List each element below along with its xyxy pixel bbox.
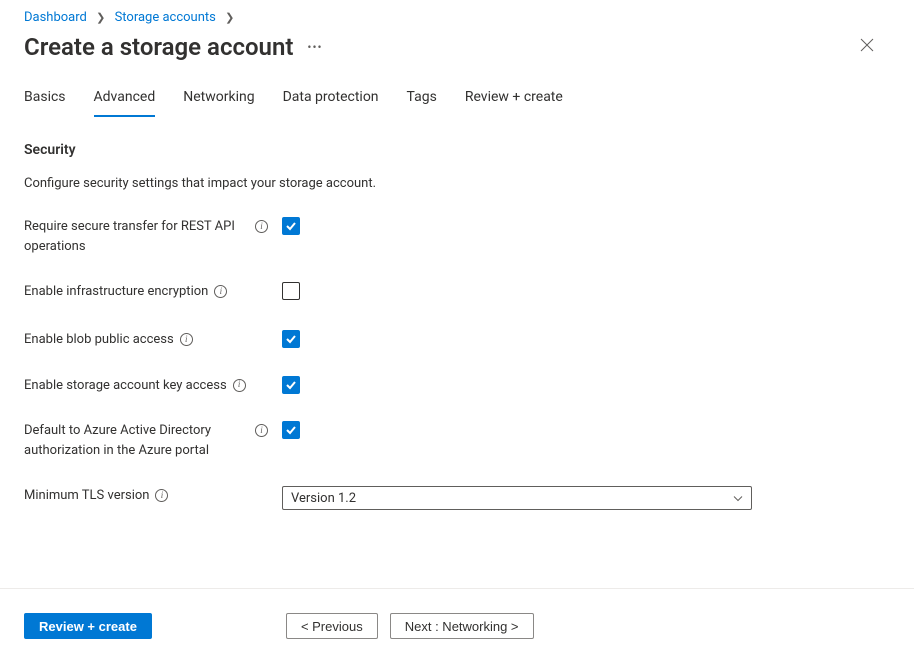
checkbox-aad-default[interactable] (282, 421, 300, 439)
field-blob-public: Enable blob public access i (24, 330, 890, 350)
field-aad-default: Default to Azure Active Directory author… (24, 421, 890, 460)
info-icon[interactable]: i (214, 285, 227, 298)
tab-networking[interactable]: Networking (183, 89, 254, 117)
field-key-access: Enable storage account key access i (24, 376, 890, 396)
page-title: Create a storage account (24, 33, 293, 61)
footer: Review + create < Previous Next : Networ… (0, 588, 914, 663)
chevron-right-icon: ❯ (96, 11, 105, 24)
field-label: Minimum TLS version (24, 486, 149, 506)
more-icon[interactable]: ••• (307, 40, 322, 54)
info-icon[interactable]: i (233, 379, 246, 392)
page-header: Create a storage account ••• (0, 29, 914, 77)
tab-tags[interactable]: Tags (407, 89, 437, 117)
select-value: Version 1.2 (291, 491, 356, 506)
info-icon[interactable]: i (255, 220, 268, 233)
info-icon[interactable]: i (255, 424, 268, 437)
tab-advanced[interactable]: Advanced (94, 89, 156, 117)
info-icon[interactable]: i (155, 489, 168, 502)
breadcrumb-dashboard[interactable]: Dashboard (24, 10, 87, 25)
checkbox-key-access[interactable] (282, 376, 300, 394)
field-label: Enable blob public access (24, 330, 174, 350)
checkbox-blob-public[interactable] (282, 330, 300, 348)
field-infra-encryption: Enable infrastructure encryption i (24, 282, 890, 304)
section-heading-security: Security (24, 142, 890, 158)
checkbox-infra-encryption[interactable] (282, 282, 300, 300)
field-label: Require secure transfer for REST API ope… (24, 217, 249, 256)
previous-button[interactable]: < Previous (286, 613, 378, 639)
field-label: Default to Azure Active Directory author… (24, 421, 249, 460)
tab-basics[interactable]: Basics (24, 89, 66, 117)
close-icon (860, 38, 874, 52)
field-label: Enable infrastructure encryption (24, 282, 208, 302)
tab-review-create[interactable]: Review + create (465, 89, 563, 117)
tabs: Basics Advanced Networking Data protecti… (0, 77, 914, 118)
field-tls-version: Minimum TLS version i Version 1.2 (24, 486, 890, 510)
form-scroll-area[interactable]: Security Configure security settings tha… (0, 118, 914, 573)
field-label: Enable storage account key access (24, 376, 227, 396)
close-button[interactable] (856, 34, 878, 61)
breadcrumb-storage-accounts[interactable]: Storage accounts (115, 10, 216, 25)
review-create-button[interactable]: Review + create (24, 613, 152, 639)
select-tls-version[interactable]: Version 1.2 (282, 486, 752, 510)
breadcrumb: Dashboard ❯ Storage accounts ❯ (0, 0, 914, 29)
chevron-down-icon (733, 491, 743, 506)
field-secure-transfer: Require secure transfer for REST API ope… (24, 217, 890, 256)
info-icon[interactable]: i (180, 333, 193, 346)
tab-data-protection[interactable]: Data protection (283, 89, 379, 117)
chevron-right-icon: ❯ (225, 11, 234, 24)
next-button[interactable]: Next : Networking > (390, 613, 534, 639)
section-description: Configure security settings that impact … (24, 176, 890, 191)
checkbox-secure-transfer[interactable] (282, 217, 300, 235)
